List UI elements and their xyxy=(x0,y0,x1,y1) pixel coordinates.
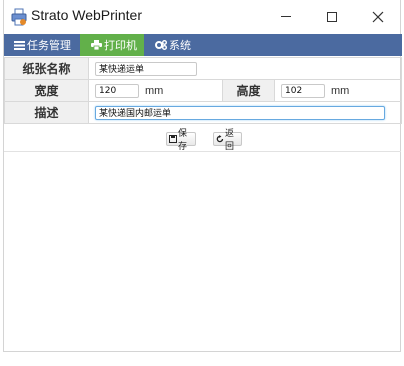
maximize-button[interactable] xyxy=(309,0,355,33)
height-label: 高度 xyxy=(222,79,275,102)
width-cell: mm xyxy=(88,79,223,102)
width-unit: mm xyxy=(145,84,164,97)
menu-item-system[interactable]: 系统 xyxy=(144,34,204,56)
window-title: Strato WebPrinter xyxy=(31,7,143,23)
back-button-label: 返回 xyxy=(225,129,235,152)
app-window: Strato WebPrinter 任务管理 打印机 系统 纸张名称 某快递运单… xyxy=(3,0,403,352)
paper-name-cell xyxy=(87,57,403,80)
save-button[interactable]: 保存 xyxy=(166,129,196,152)
height-unit: mm xyxy=(331,84,350,97)
save-icon xyxy=(169,135,177,143)
action-buttons: 保存 返回 xyxy=(4,129,402,152)
back-button[interactable]: 返回 xyxy=(213,129,242,152)
width-input[interactable] xyxy=(95,83,139,98)
paper-name-input[interactable] xyxy=(95,61,197,76)
menu-item-tasks[interactable]: 任务管理 xyxy=(4,34,80,56)
title-bar: Strato WebPrinter xyxy=(4,0,400,33)
close-button[interactable] xyxy=(355,0,401,33)
menu-item-printer[interactable]: 打印机 xyxy=(80,34,144,56)
menu-item-tasks-label: 任务管理 xyxy=(27,39,71,52)
description-label: 描述 xyxy=(4,101,89,124)
task-list-icon xyxy=(14,40,25,50)
form-row-description: 描述 xyxy=(4,101,403,124)
width-label: 宽度 xyxy=(4,79,89,102)
divider xyxy=(4,151,401,152)
paper-form: 纸张名称 宽度 mm 高度 mm 描述 xyxy=(4,57,403,124)
printer-app-icon xyxy=(11,8,27,26)
height-input[interactable] xyxy=(281,83,325,98)
height-cell: mm xyxy=(273,79,403,102)
menu-item-printer-label: 打印机 xyxy=(104,39,137,52)
menu-bar: 任务管理 打印机 系统 xyxy=(4,34,402,56)
minimize-button[interactable] xyxy=(263,0,309,33)
gears-icon xyxy=(155,40,167,50)
form-row-paper-name: 纸张名称 xyxy=(4,57,403,80)
maximize-icon xyxy=(327,11,337,22)
close-icon xyxy=(372,11,384,22)
menu-item-system-label: 系统 xyxy=(169,39,191,52)
description-cell xyxy=(87,101,403,124)
return-icon xyxy=(216,135,224,143)
printer-icon xyxy=(91,40,102,50)
form-row-size: 宽度 mm 高度 mm xyxy=(4,79,403,102)
minimize-icon xyxy=(281,16,291,17)
save-button-label: 保存 xyxy=(178,129,188,152)
description-input[interactable] xyxy=(95,105,385,120)
paper-name-label: 纸张名称 xyxy=(4,57,89,80)
